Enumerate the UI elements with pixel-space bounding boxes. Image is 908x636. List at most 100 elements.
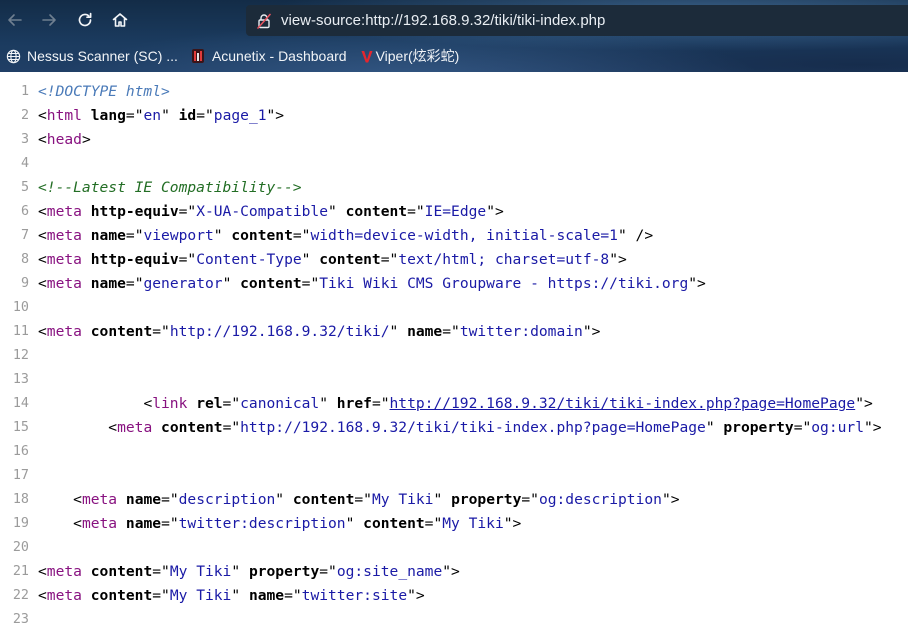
url-bar[interactable]: view-source:http://192.168.9.32/tiki/tik… <box>246 5 908 36</box>
attribute-name: content <box>345 203 408 220</box>
punctuation <box>82 323 91 340</box>
not-secure-icon[interactable] <box>256 13 272 29</box>
line-code: <head> <box>38 128 91 152</box>
line-number: 23 <box>12 612 29 627</box>
tag-name: meta <box>46 203 82 220</box>
source-view: 1 <!DOCTYPE html> 2 <html lang="en" id="pag… <box>0 72 908 636</box>
line-number: 12 <box>12 348 29 363</box>
punctuation: =" <box>152 323 170 340</box>
punctuation: =" <box>161 515 179 532</box>
punctuation: < <box>73 491 82 508</box>
attribute-value: My Tiki <box>169 563 232 580</box>
source-link[interactable]: http://192.168.9.32/tiki/tiki-index.php?… <box>390 395 856 412</box>
tag-name: meta <box>46 227 82 244</box>
punctuation: " <box>319 395 337 412</box>
line-number: 4 <box>20 156 29 171</box>
tag-name: meta <box>81 491 118 508</box>
punctuation: =" <box>521 491 539 508</box>
attribute-value: twitter:description <box>178 515 346 532</box>
line-code: <!DOCTYPE html> <box>38 80 170 104</box>
reload-icon <box>76 11 94 29</box>
bookmark-label: Acunetix - Dashboard <box>211 48 347 64</box>
punctuation: "> <box>442 563 460 580</box>
line-code: <meta name="generator" content="Tiki Wik… <box>38 272 706 296</box>
punctuation: "> <box>266 107 285 124</box>
reload-button[interactable] <box>71 6 99 34</box>
line-code: <!--Latest IE Compatibility--> <box>38 176 302 200</box>
punctuation: =" <box>152 563 170 580</box>
punctuation <box>82 203 91 220</box>
attribute-value: http://192.168.9.32/tiki/tiki-index.php?… <box>240 419 706 436</box>
globe-icon <box>5 48 21 64</box>
punctuation <box>82 563 91 580</box>
punctuation: < <box>38 131 47 148</box>
attribute-name: name <box>248 587 285 604</box>
punctuation: " <box>705 419 724 436</box>
attribute-name: content <box>319 251 381 268</box>
punctuation: "> <box>855 395 873 412</box>
line-code: <meta content="My Tiki" name="twitter:si… <box>38 584 425 608</box>
attribute-value: description <box>178 491 276 508</box>
attribute-name: name <box>407 323 443 340</box>
tag-name: link <box>152 395 188 412</box>
line-number: 20 <box>12 540 29 555</box>
line-number: 11 <box>12 324 29 339</box>
attribute-name: rel <box>196 395 223 412</box>
attribute-name: http-equiv <box>90 203 179 220</box>
punctuation: " <box>301 251 320 268</box>
bookmark-acunetix[interactable]: Acunetix - Dashboard <box>186 44 351 68</box>
home-button[interactable] <box>106 6 134 34</box>
line-number: 5 <box>20 180 29 195</box>
tag-name: meta <box>46 323 82 340</box>
punctuation: < <box>38 587 47 604</box>
attribute-value: My Tiki <box>169 587 232 604</box>
browser-chrome: view-source:http://192.168.9.32/tiki/tik… <box>0 0 908 72</box>
punctuation: =" <box>354 491 372 508</box>
attribute-name: content <box>292 491 355 508</box>
punctuation: "> <box>863 419 882 436</box>
punctuation <box>82 107 91 124</box>
attribute-value: viewport <box>143 227 214 244</box>
punctuation: =" <box>284 587 302 604</box>
punctuation: "> <box>688 275 706 292</box>
attribute-name: content <box>90 587 153 604</box>
line-code: <meta content="My Tiki" property="og:sit… <box>38 560 460 584</box>
tag-name: html <box>46 107 82 124</box>
punctuation: " <box>389 323 408 340</box>
line-code: <meta content="http://192.168.9.32/tiki/… <box>38 416 882 440</box>
punctuation <box>117 491 126 508</box>
attribute-value: Content-Type <box>196 251 302 268</box>
punctuation: > <box>81 131 91 148</box>
bookmark-viper[interactable]: Viper(炫彩蛇) <box>357 44 464 68</box>
attribute-name: lang <box>90 107 126 124</box>
punctuation: " <box>231 587 249 604</box>
line-number: 6 <box>20 204 29 219</box>
attribute-name: content <box>240 275 302 292</box>
punctuation: =" <box>125 227 144 244</box>
attribute-value: og:url <box>811 419 864 436</box>
line-number: 14 <box>12 396 29 411</box>
punctuation: =" <box>125 107 144 124</box>
comment: <!--Latest IE Compatibility--> <box>38 179 302 196</box>
line-code: <meta name="viewport" content="width=dev… <box>38 224 653 248</box>
line-number: 10 <box>12 300 29 315</box>
attribute-name: id <box>178 107 197 124</box>
arrow-right-icon <box>40 11 58 29</box>
punctuation: < <box>38 227 47 244</box>
tag-name: meta <box>46 587 82 604</box>
attribute-name: http-equiv <box>90 251 179 268</box>
tag-name: meta <box>46 563 82 580</box>
forward-button[interactable] <box>35 6 63 34</box>
url-text[interactable]: view-source:http://192.168.9.32/tiki/tik… <box>281 12 605 29</box>
punctuation: < <box>38 323 47 340</box>
tag-name: meta <box>46 275 82 292</box>
punctuation <box>187 395 196 412</box>
line-code: <link rel="canonical" href="http://192.1… <box>38 392 873 416</box>
punctuation: " <box>345 515 364 532</box>
punctuation <box>152 419 161 436</box>
bookmark-nessus[interactable]: Nessus Scanner (SC) ... <box>1 44 182 68</box>
line-number: 7 <box>20 228 29 243</box>
punctuation: =" <box>222 419 241 436</box>
acunetix-icon <box>190 48 206 64</box>
back-button[interactable] <box>1 6 29 34</box>
